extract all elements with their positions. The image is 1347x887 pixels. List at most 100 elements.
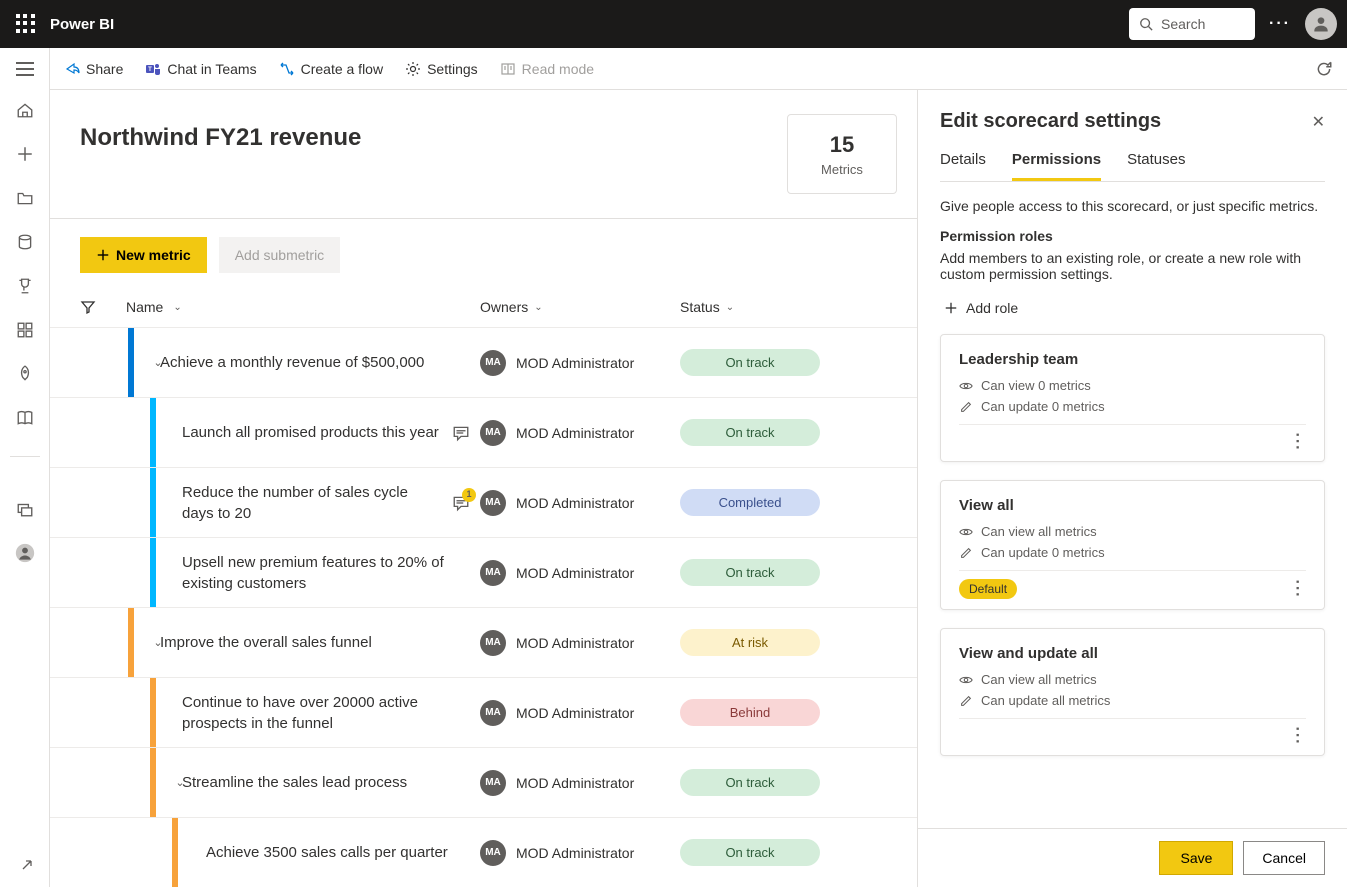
nav-apps[interactable]: [15, 320, 35, 340]
share-icon: [64, 61, 80, 77]
expand-toggle[interactable]: ⌄: [146, 356, 170, 369]
plus-icon: [944, 301, 958, 315]
role-more-button[interactable]: ···: [1288, 580, 1306, 599]
refresh-icon: [1315, 60, 1333, 78]
note-icon[interactable]: 1: [452, 494, 470, 512]
panel-footer: Save Cancel: [918, 828, 1347, 887]
main-content: Northwind FY21 revenue 15Metrics 1Overdu…: [50, 90, 1347, 887]
edit-icon: [959, 546, 973, 560]
nav-toggle[interactable]: [0, 48, 50, 90]
status-badge: At risk: [680, 629, 820, 656]
read-icon: [500, 61, 516, 77]
nav-home[interactable]: [15, 100, 35, 120]
plus-icon: [16, 145, 34, 163]
hamburger-icon: [16, 62, 34, 76]
add-submetric-button[interactable]: Add submetric: [219, 237, 340, 273]
cancel-button[interactable]: Cancel: [1243, 841, 1325, 875]
teams-icon: T: [145, 61, 161, 77]
nav-create[interactable]: [15, 144, 35, 164]
tab-details[interactable]: Details: [940, 151, 986, 181]
filter-icon[interactable]: [80, 299, 96, 315]
stat-metrics[interactable]: 15Metrics: [787, 114, 897, 194]
trophy-icon: [16, 277, 34, 295]
rocket-icon: [16, 365, 34, 383]
col-name-label[interactable]: Name: [126, 299, 163, 315]
panel-tabs: Details Permissions Statuses: [940, 151, 1325, 182]
eye-icon: [959, 673, 973, 687]
expand-toggle[interactable]: ⌄: [146, 636, 170, 649]
gear-icon: [405, 61, 421, 77]
settings-button[interactable]: Settings: [405, 61, 478, 77]
nav-my-workspace[interactable]: [15, 543, 35, 563]
nav-expand[interactable]: [15, 853, 35, 873]
chat-teams-button[interactable]: T Chat in Teams: [145, 61, 256, 77]
status-badge: On track: [680, 559, 820, 586]
edit-icon: [959, 400, 973, 414]
status-badge: On track: [680, 419, 820, 446]
search-icon: [1139, 17, 1153, 31]
workspaces-icon: [16, 500, 34, 518]
nav-goals[interactable]: [15, 276, 35, 296]
col-status-label[interactable]: Status: [680, 299, 720, 315]
roles-description: Add members to an existing role, or crea…: [940, 250, 1325, 282]
owner-avatar: MA: [480, 350, 506, 376]
col-owners-label[interactable]: Owners: [480, 299, 528, 315]
nav-learn[interactable]: [15, 408, 35, 428]
role-card[interactable]: View and update all Can view all metrics…: [940, 628, 1325, 756]
tab-permissions[interactable]: Permissions: [1012, 151, 1101, 181]
create-flow-button[interactable]: Create a flow: [279, 61, 383, 77]
tab-statuses[interactable]: Statuses: [1127, 151, 1185, 181]
search-input[interactable]: Search: [1129, 8, 1255, 40]
left-nav-rail: [0, 90, 50, 887]
person-circle-icon: [15, 543, 35, 563]
note-icon[interactable]: [452, 424, 470, 442]
search-placeholder: Search: [1161, 16, 1205, 32]
read-mode-button[interactable]: Read mode: [500, 61, 594, 77]
role-more-button[interactable]: ···: [1288, 727, 1306, 746]
close-button[interactable]: ✕: [1312, 112, 1325, 132]
panel-title: Edit scorecard settings: [940, 110, 1312, 133]
global-header: Power BI Search ···: [0, 0, 1347, 48]
note-count: 1: [462, 488, 476, 502]
role-card[interactable]: Leadership team Can view 0 metrics Can u…: [940, 334, 1325, 462]
roles-heading: Permission roles: [940, 228, 1325, 244]
app-launcher-icon[interactable]: [16, 14, 36, 34]
status-badge: On track: [680, 769, 820, 796]
share-button[interactable]: Share: [64, 61, 123, 77]
new-metric-button[interactable]: New metric: [80, 237, 207, 273]
owner-name: MOD Administrator: [516, 355, 634, 371]
plus-icon: [96, 248, 110, 262]
nav-data[interactable]: [15, 232, 35, 252]
folder-icon: [16, 189, 34, 207]
nav-deploy[interactable]: [15, 364, 35, 384]
user-avatar[interactable]: [1305, 8, 1337, 40]
header-more-button[interactable]: ···: [1269, 15, 1291, 33]
eye-icon: [959, 525, 973, 539]
save-button[interactable]: Save: [1159, 841, 1233, 875]
status-badge: Behind: [680, 699, 820, 726]
home-icon: [16, 101, 34, 119]
add-role-button[interactable]: Add role: [944, 300, 1325, 316]
refresh-button[interactable]: [1315, 60, 1333, 78]
flow-icon: [279, 61, 295, 77]
book-icon: [16, 409, 34, 427]
chevron-down-icon: ⌄: [534, 302, 542, 313]
brand-name: Power BI: [50, 16, 114, 33]
nav-workspaces[interactable]: [15, 499, 35, 519]
svg-text:T: T: [149, 67, 153, 73]
default-badge: Default: [959, 579, 1017, 599]
grid-icon: [16, 321, 34, 339]
status-badge: Completed: [680, 489, 820, 516]
panel-description: Give people access to this scorecard, or…: [940, 198, 1325, 214]
role-more-button[interactable]: ···: [1288, 433, 1306, 452]
chevron-down-icon: ⌄: [726, 302, 734, 313]
role-card[interactable]: View all Can view all metrics Can update…: [940, 480, 1325, 610]
edit-icon: [959, 694, 973, 708]
person-icon: [1311, 14, 1331, 34]
nav-browse[interactable]: [15, 188, 35, 208]
expand-toggle[interactable]: ⌄: [168, 776, 192, 789]
scorecard-title: Northwind FY21 revenue: [80, 114, 757, 152]
expand-icon: [17, 855, 33, 871]
status-badge: On track: [680, 839, 820, 866]
settings-panel: Edit scorecard settings ✕ Details Permis…: [917, 90, 1347, 887]
